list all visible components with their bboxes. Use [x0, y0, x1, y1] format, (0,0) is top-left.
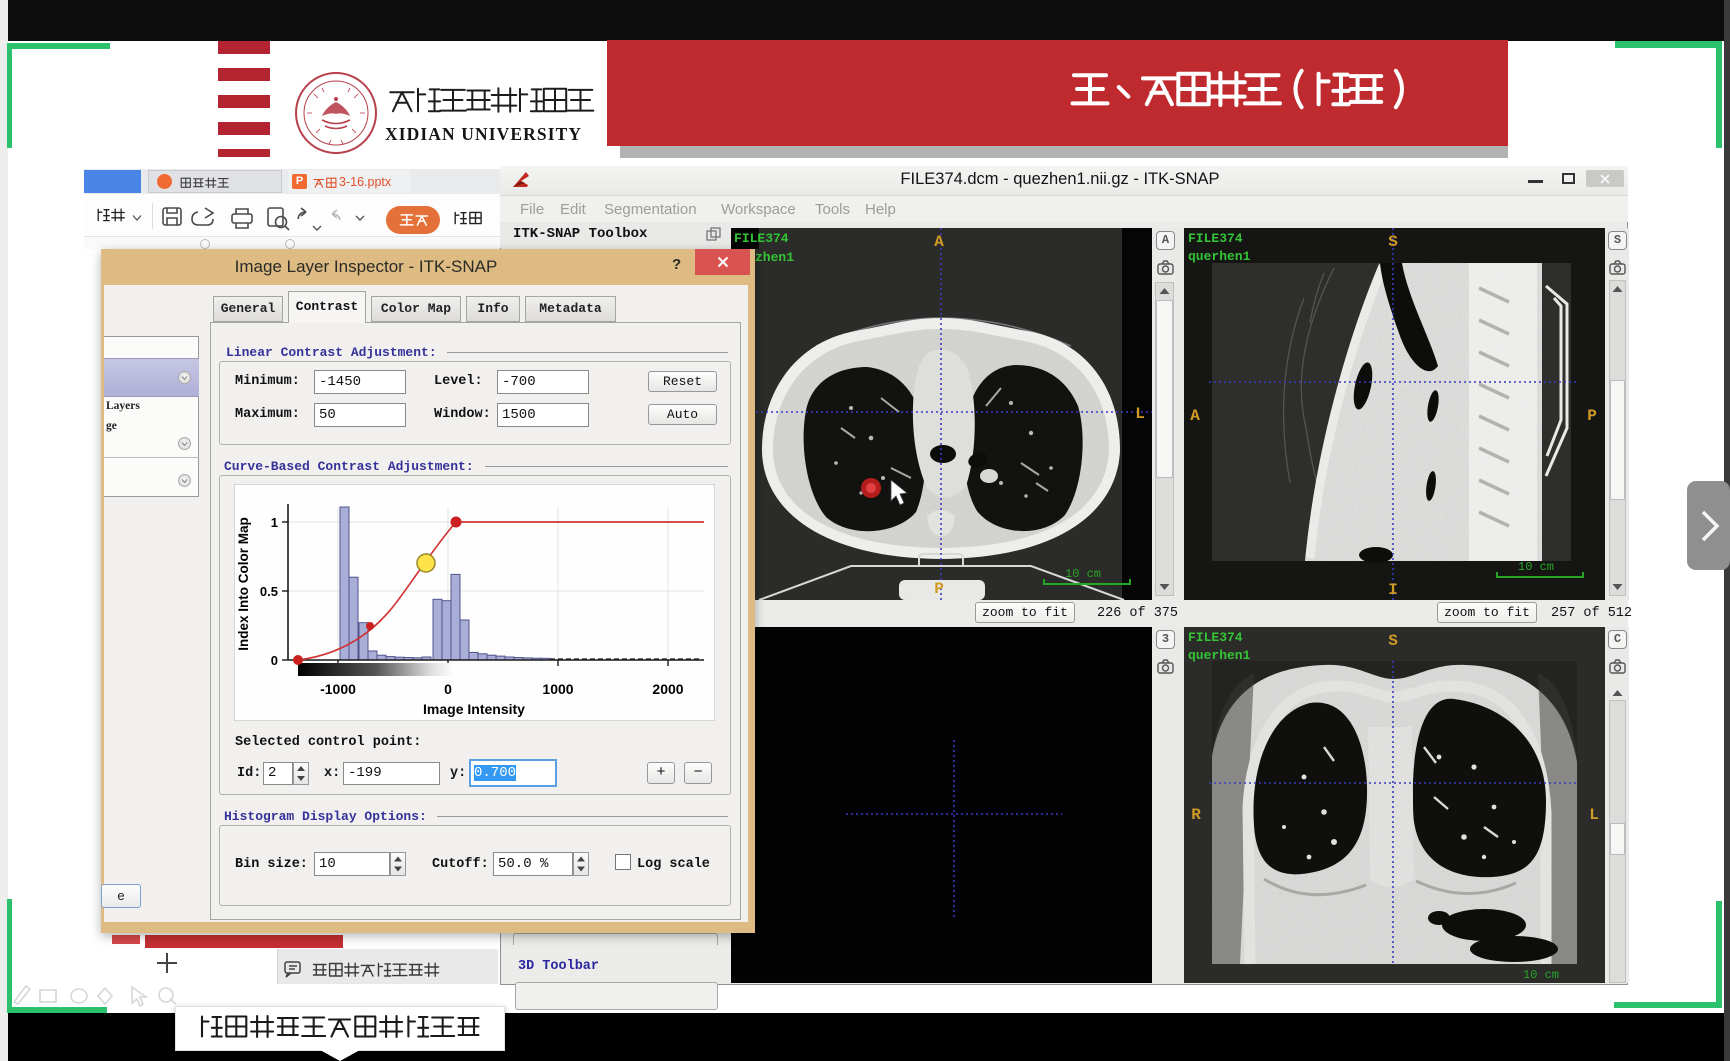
svg-text:0: 0 [444, 681, 452, 697]
svg-text:R: R [1191, 806, 1201, 824]
svg-text:L: L [1135, 405, 1145, 423]
svg-text:querhen1: querhen1 [1188, 648, 1251, 663]
svg-text:0: 0 [271, 653, 278, 668]
svg-text:FILE374: FILE374 [1188, 231, 1243, 246]
svg-text:Index Into Color Map: Index Into Color Map [236, 517, 251, 651]
svg-text:1000: 1000 [542, 681, 573, 697]
svg-text:S: S [1388, 632, 1398, 650]
svg-text:zhen1: zhen1 [755, 250, 794, 265]
svg-text:A: A [1190, 407, 1200, 425]
svg-text:I: I [1388, 581, 1398, 599]
svg-text:P: P [1587, 407, 1597, 425]
svg-text:10 cm: 10 cm [1065, 567, 1101, 581]
svg-text:-1000: -1000 [320, 681, 356, 697]
svg-text:L: L [1589, 806, 1599, 824]
svg-text:1: 1 [271, 515, 278, 530]
svg-text:10 cm: 10 cm [1523, 968, 1559, 982]
svg-text:P: P [934, 580, 944, 598]
svg-text:FILE374: FILE374 [1188, 630, 1243, 645]
svg-text:2000: 2000 [652, 681, 683, 697]
svg-text:querhen1: querhen1 [1188, 249, 1251, 264]
svg-text:0.5: 0.5 [260, 584, 278, 599]
svg-text:S: S [1388, 233, 1398, 251]
svg-text:FILE374: FILE374 [734, 231, 789, 246]
svg-text:10 cm: 10 cm [1518, 560, 1554, 574]
svg-text:Image Intensity: Image Intensity [423, 701, 525, 717]
svg-text:A: A [934, 233, 944, 251]
